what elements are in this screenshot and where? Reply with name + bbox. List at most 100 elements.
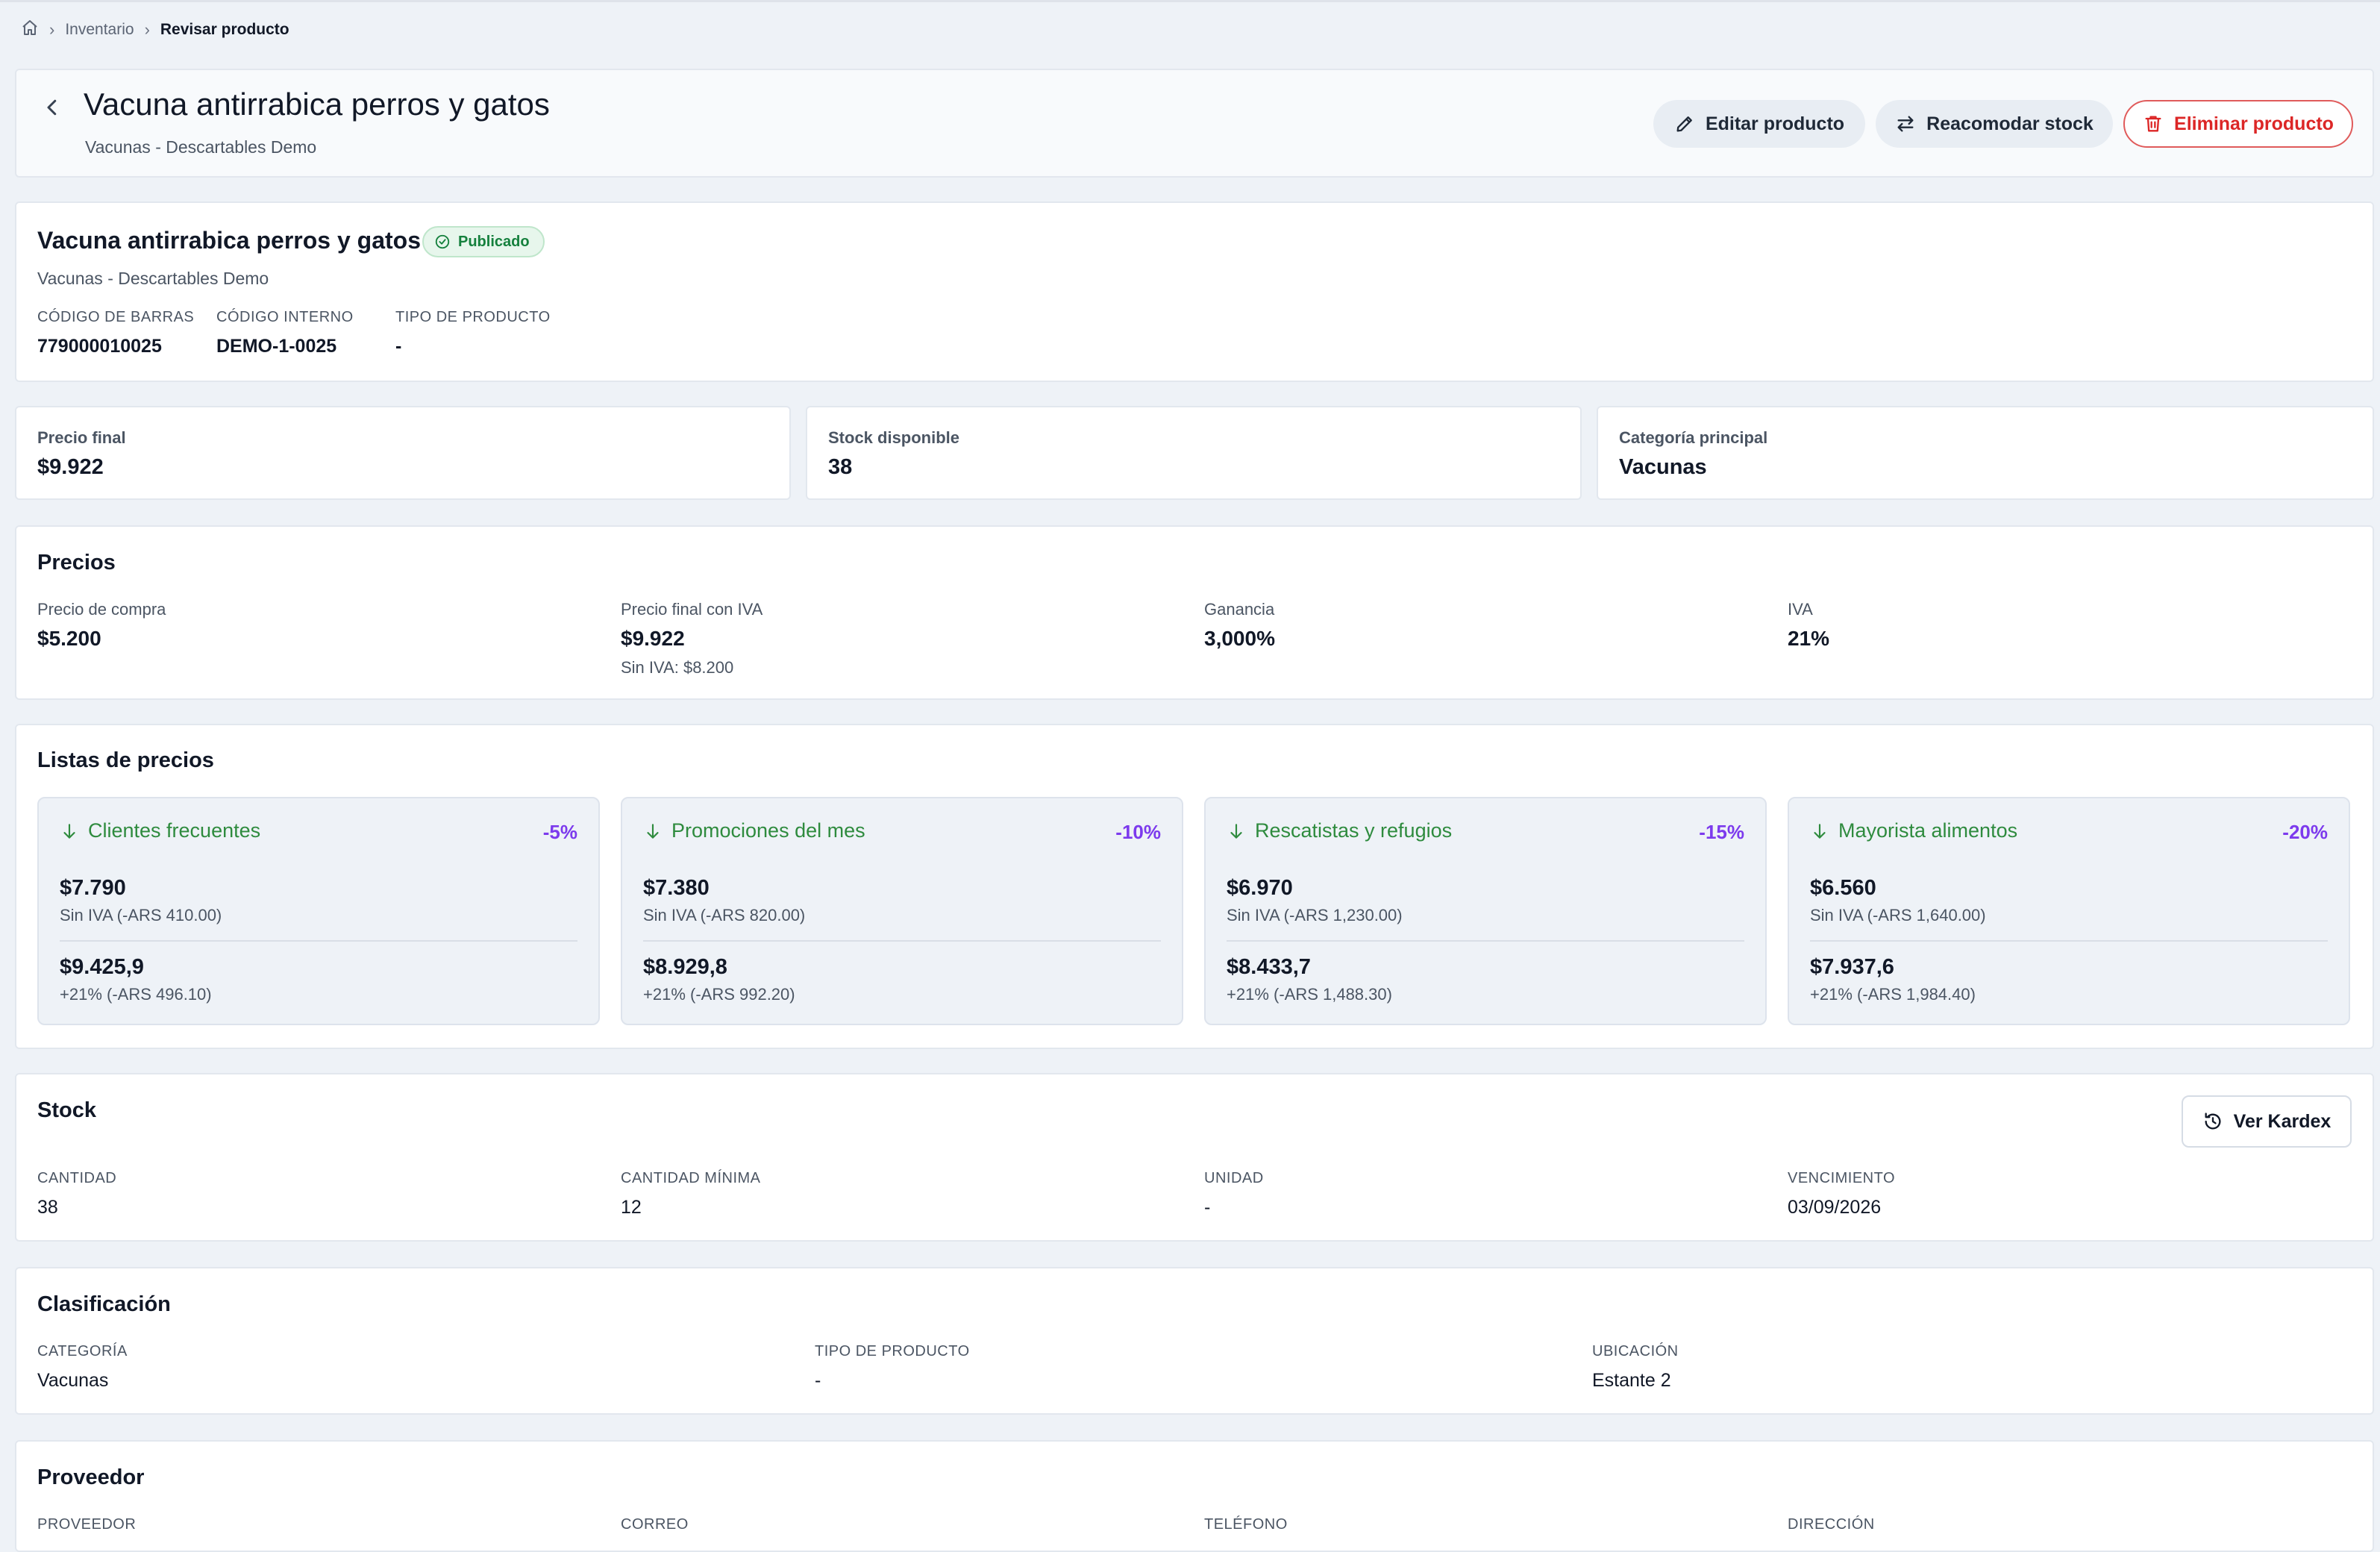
page-subtitle: Vacunas - Descartables Demo xyxy=(85,137,317,157)
supplier-address-label: DIRECCIÓN xyxy=(1788,1516,1875,1533)
price-list-gross-note: +21% (-ARS 1,488.30) xyxy=(1227,985,1392,1004)
summary-price-value: $9.922 xyxy=(37,455,104,479)
prices-title: Precios xyxy=(37,551,116,575)
purchase-price-value: $5.200 xyxy=(37,627,101,650)
price-list-discount: -15% xyxy=(1699,821,1744,843)
profit-value: 3,000% xyxy=(1204,627,1275,650)
summary-card-stock xyxy=(806,406,1582,500)
location-label: UBICACIÓN xyxy=(1592,1343,1679,1359)
quantity-value: 38 xyxy=(37,1197,58,1218)
swap-arrows-icon xyxy=(1897,116,1914,132)
final-price-label: Precio final con IVA xyxy=(621,600,763,619)
iva-label: IVA xyxy=(1788,600,1813,619)
chevron-right-icon: › xyxy=(49,20,55,39)
supplier-name-label: PROVEEDOR xyxy=(37,1516,137,1533)
divider xyxy=(643,940,1161,942)
edit-product-label: Editar producto xyxy=(1705,113,1845,134)
divider xyxy=(60,940,577,942)
home-icon[interactable] xyxy=(21,19,39,41)
price-list-gross-price: $8.929,8 xyxy=(643,955,727,979)
unit-value: - xyxy=(1204,1197,1211,1218)
barcode-value: 779000010025 xyxy=(37,336,162,357)
delete-product-label: Eliminar producto xyxy=(2174,113,2334,134)
price-list-net-note: Sin IVA (-ARS 820.00) xyxy=(643,906,806,924)
internal-code-value: DEMO-1-0025 xyxy=(216,336,337,357)
price-list-net-price: $7.790 xyxy=(60,876,126,900)
classification-title: Clasificación xyxy=(37,1292,171,1316)
view-kardex-label: Ver Kardex xyxy=(2233,1110,2332,1132)
price-list-net-note: Sin IVA (-ARS 410.00) xyxy=(60,906,222,924)
page-title: Vacuna antirrabica perros y gatos xyxy=(84,87,550,122)
unit-label: UNIDAD xyxy=(1204,1170,1264,1186)
price-list-gross-price: $7.937,6 xyxy=(1810,955,1894,979)
restock-button[interactable]: Reacomodar stock xyxy=(1876,100,2113,148)
final-price-value: $9.922 xyxy=(621,627,685,650)
pencil-icon xyxy=(1676,116,1692,132)
price-list-gross-note: +21% (-ARS 1,984.40) xyxy=(1810,985,1976,1004)
restock-label: Reacomodar stock xyxy=(1926,113,2094,134)
stock-card xyxy=(15,1073,2374,1242)
breadcrumb-inventario[interactable]: Inventario xyxy=(65,21,134,39)
summary-price-label: Precio final xyxy=(37,428,126,447)
breadcrumb-current: Revisar producto xyxy=(160,21,289,38)
arrow-down-icon xyxy=(1814,823,1826,839)
price-list-name: Mayorista alimentos xyxy=(1810,819,2017,842)
price-list-item[interactable]: Clientes frecuentes -5% $7.790 Sin IVA (… xyxy=(37,797,600,1025)
supplier-card xyxy=(15,1440,2374,1552)
delete-product-button[interactable]: Eliminar producto xyxy=(2123,100,2353,148)
price-list-net-price: $7.380 xyxy=(643,876,710,900)
min-quantity-label: CANTIDAD MÍNIMA xyxy=(621,1170,761,1186)
arrow-down-icon xyxy=(1230,823,1242,839)
class-product-type-value: - xyxy=(815,1370,821,1391)
price-list-discount: -20% xyxy=(2282,821,2328,843)
profit-label: Ganancia xyxy=(1204,600,1275,619)
price-list-gross-note: +21% (-ARS 992.20) xyxy=(643,985,795,1004)
status-badge-label: Publicado xyxy=(458,233,530,250)
category-label: CATEGORÍA xyxy=(37,1343,128,1359)
barcode-label: CÓDIGO DE BARRAS xyxy=(37,309,195,325)
status-badge: Publicado xyxy=(422,226,545,257)
price-list-discount: -5% xyxy=(542,821,577,843)
back-button[interactable] xyxy=(30,88,75,127)
check-circle-icon xyxy=(435,234,450,249)
price-list-gross-note: +21% (-ARS 496.10) xyxy=(60,985,212,1004)
stock-title: Stock xyxy=(37,1098,96,1122)
product-name: Vacuna antirrabica perros y gatos xyxy=(37,227,421,254)
price-list-discount: -10% xyxy=(1115,821,1161,843)
price-list-item[interactable]: Mayorista alimentos -20% $6.560 Sin IVA … xyxy=(1788,797,2350,1025)
edit-product-button[interactable]: Editar producto xyxy=(1653,100,1865,148)
prices-card xyxy=(15,525,2374,700)
min-quantity-value: 12 xyxy=(621,1197,642,1218)
class-product-type-label: TIPO DE PRODUCTO xyxy=(815,1343,970,1359)
price-list-name-text: Promociones del mes xyxy=(671,819,865,842)
chevron-right-icon: › xyxy=(144,20,150,39)
price-list-name: Promociones del mes xyxy=(643,819,865,842)
location-value: Estante 2 xyxy=(1592,1370,1671,1391)
arrow-down-icon xyxy=(63,823,75,839)
price-list-name-text: Mayorista alimentos xyxy=(1838,819,2018,842)
product-type-value: - xyxy=(395,336,402,357)
view-kardex-button[interactable]: Ver Kardex xyxy=(2182,1095,2352,1148)
supplier-title: Proveedor xyxy=(37,1465,145,1489)
breadcrumb: › Inventario › Revisar producto xyxy=(21,18,289,42)
summary-category-value: Vacunas xyxy=(1619,455,1707,479)
price-list-item[interactable]: Promociones del mes -10% $7.380 Sin IVA … xyxy=(621,797,1183,1025)
trash-icon xyxy=(2145,116,2161,132)
history-icon xyxy=(2205,1113,2221,1130)
supplier-email-label: CORREO xyxy=(621,1516,689,1533)
price-list-gross-price: $8.433,7 xyxy=(1227,955,1311,979)
price-list-net-note: Sin IVA (-ARS 1,640.00) xyxy=(1810,906,1986,924)
summary-stock-label: Stock disponible xyxy=(828,428,960,447)
price-list-name-text: Clientes frecuentes xyxy=(88,819,261,842)
price-list-net-price: $6.560 xyxy=(1810,876,1876,900)
summary-card-price xyxy=(15,406,791,500)
price-list-name: Clientes frecuentes xyxy=(60,819,260,842)
purchase-price-label: Precio de compra xyxy=(37,600,166,619)
price-list-gross-price: $9.425,9 xyxy=(60,955,144,979)
chevron-left-icon xyxy=(47,99,57,116)
summary-stock-value: 38 xyxy=(828,455,853,479)
product-type-label: TIPO DE PRODUCTO xyxy=(395,309,551,325)
price-list-item[interactable]: Rescatistas y refugios -15% $6.970 Sin I… xyxy=(1204,797,1767,1025)
arrow-down-icon xyxy=(647,823,659,839)
internal-code-label: CÓDIGO INTERNO xyxy=(216,309,354,325)
